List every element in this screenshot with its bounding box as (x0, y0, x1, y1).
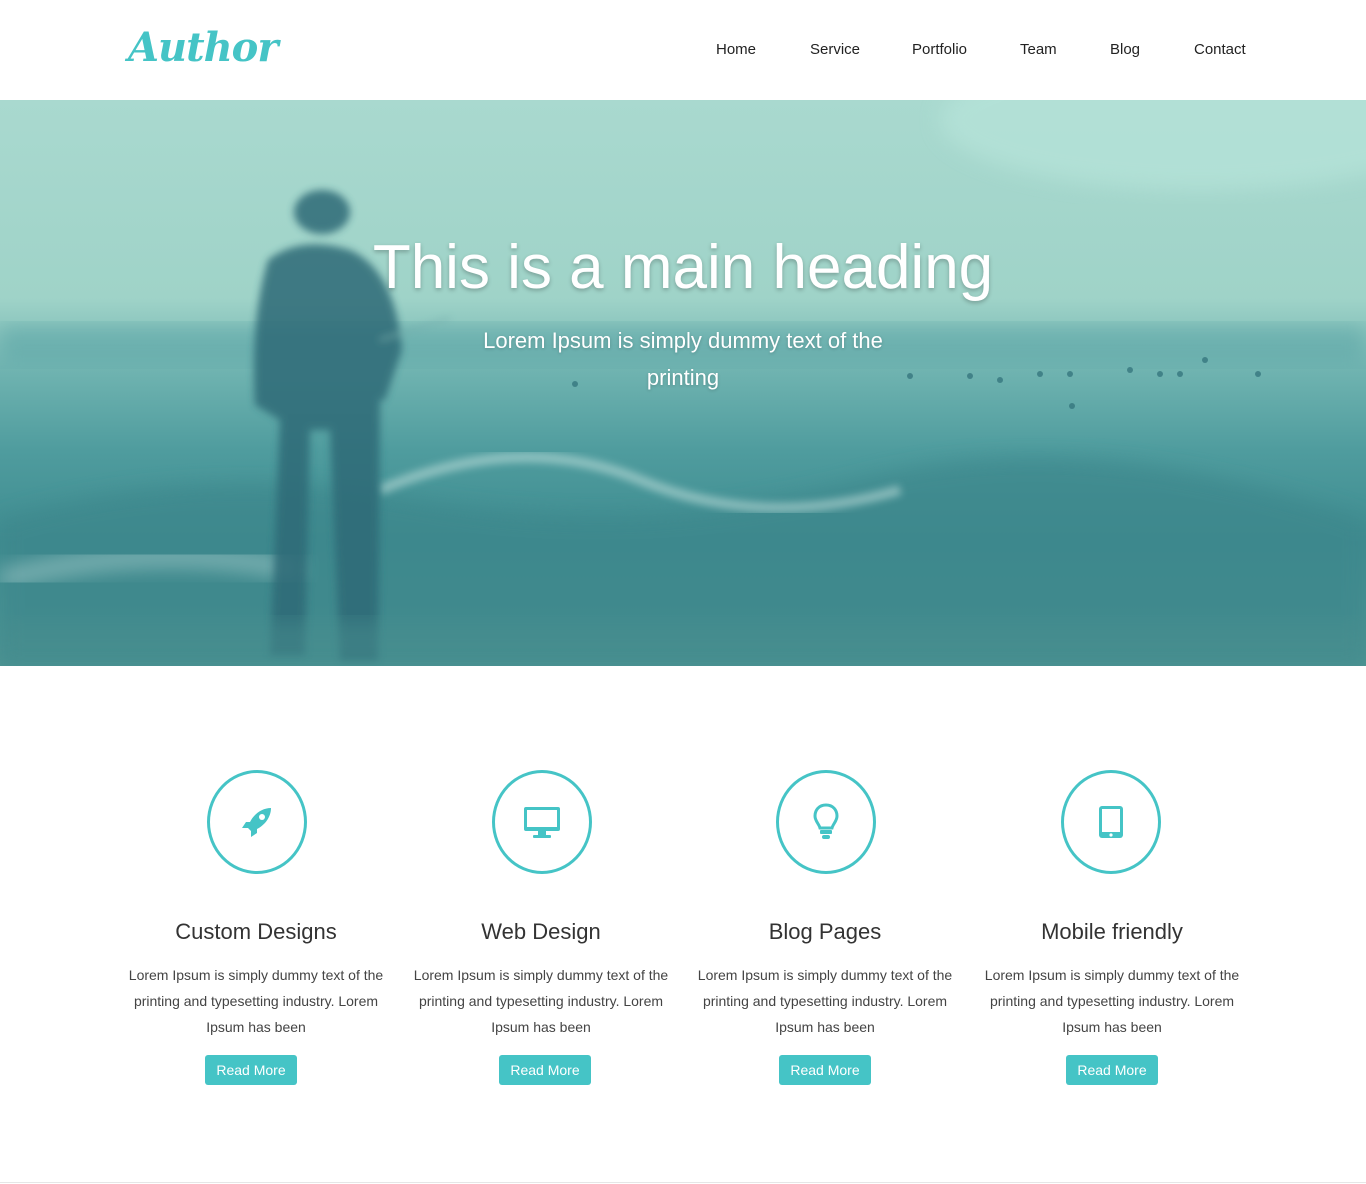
read-more-button[interactable]: Read More (779, 1055, 871, 1085)
nav-blog[interactable]: Blog (1110, 40, 1140, 60)
hero-banner: This is a main heading Lorem Ipsum is si… (0, 100, 1366, 666)
feature-icon-circle (776, 770, 876, 874)
feature-title: Custom Designs (175, 919, 337, 944)
feature-text: Lorem Ipsum is simply dummy text of the … (128, 967, 384, 1035)
hero-subtitle: Lorem Ipsum is simply dummy text of the … (483, 328, 883, 390)
rocket-icon (242, 808, 271, 837)
feature-text: Lorem Ipsum is simply dummy text of the … (697, 967, 953, 1035)
hero-title: This is a main heading (372, 233, 994, 302)
feature-icon-circle (492, 770, 592, 874)
nav-service[interactable]: Service (810, 40, 860, 60)
feature-text: Lorem Ipsum is simply dummy text of the … (984, 967, 1240, 1035)
feature-icon-circle (1061, 770, 1161, 874)
site-header: Author Home Service Portfolio Team Blog … (0, 0, 1366, 100)
tablet-icon (1099, 806, 1123, 838)
nav-home[interactable]: Home (716, 40, 756, 60)
feature-title: Mobile friendly (1041, 919, 1183, 944)
monitor-icon (524, 807, 560, 838)
nav-team[interactable]: Team (1020, 40, 1057, 60)
feature-icon-circle (207, 770, 307, 874)
read-more-button[interactable]: Read More (1066, 1055, 1158, 1085)
nav-portfolio[interactable]: Portfolio (912, 40, 967, 60)
feature-title: Blog Pages (768, 919, 882, 944)
feature-title: Web Design (481, 919, 601, 944)
feature-text: Lorem Ipsum is simply dummy text of the … (413, 967, 669, 1035)
nav-contact[interactable]: Contact (1194, 40, 1246, 60)
section-divider (0, 1182, 1366, 1183)
lightbulb-icon (813, 803, 839, 839)
read-more-button[interactable]: Read More (499, 1055, 591, 1085)
main-nav: Home Service Portfolio Team Blog Contact (0, 40, 1366, 60)
read-more-button[interactable]: Read More (205, 1055, 297, 1085)
